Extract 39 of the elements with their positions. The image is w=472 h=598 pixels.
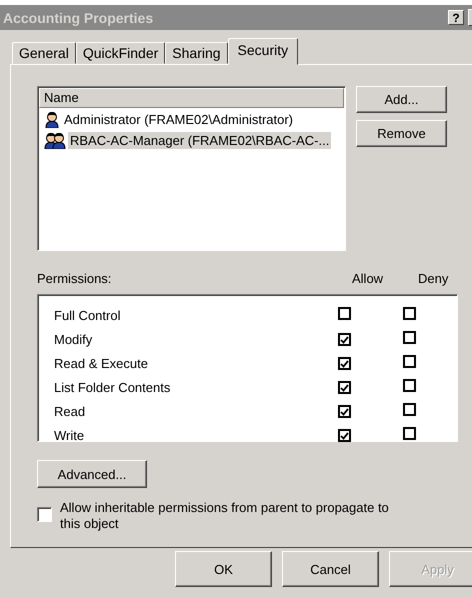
- help-button[interactable]: ?: [448, 10, 464, 25]
- allow-header: Allow: [352, 271, 384, 286]
- permission-name: List Folder Contents: [54, 380, 172, 394]
- window-title: Accounting Properties: [3, 10, 154, 26]
- permission-name: Full Control: [54, 308, 122, 322]
- tab[interactable]: QuickFinder: [76, 42, 166, 64]
- permissions-label: Permissions:: [37, 271, 112, 286]
- allow-checkbox[interactable]: [338, 429, 351, 442]
- column-header[interactable]: Name: [39, 88, 344, 108]
- deny-checkbox[interactable]: [403, 379, 416, 392]
- allow-checkbox[interactable]: [338, 405, 351, 418]
- group-icon: [44, 132, 66, 149]
- inherit-checkbox[interactable]: [37, 507, 52, 522]
- cancel-button[interactable]: Cancel: [282, 551, 379, 587]
- allow-checkbox[interactable]: [338, 357, 351, 370]
- permission-name: Modify: [54, 332, 94, 346]
- deny-checkbox[interactable]: [403, 427, 416, 440]
- list-item[interactable]: RBAC-AC-Manager (FRAME02\RBAC-AC-...: [68, 132, 332, 149]
- deny-checkbox[interactable]: [403, 355, 416, 368]
- tab[interactable]: Sharing: [165, 42, 228, 64]
- deny-header: Deny: [418, 271, 450, 286]
- allow-checkbox[interactable]: [338, 307, 351, 320]
- ok-button[interactable]: OK: [175, 551, 272, 587]
- remove-button[interactable]: Remove: [356, 120, 447, 147]
- tab[interactable]: Security: [228, 38, 298, 65]
- user-icon: [44, 111, 60, 128]
- permission-name: Read & Execute: [54, 356, 149, 370]
- deny-checkbox[interactable]: [403, 307, 416, 320]
- permission-name: Write: [54, 428, 86, 442]
- list-item[interactable]: Administrator (FRAME02\Administrator): [62, 111, 295, 128]
- inherit-label: Allow inheritable permissions from parent to propagate to this object: [60, 500, 390, 532]
- allow-checkbox[interactable]: [338, 333, 351, 346]
- permission-name: Read: [54, 404, 86, 418]
- add-button[interactable]: Add...: [356, 86, 447, 113]
- tab[interactable]: General: [12, 42, 76, 64]
- deny-checkbox[interactable]: [403, 331, 416, 344]
- allow-checkbox[interactable]: [338, 381, 351, 394]
- deny-checkbox[interactable]: [403, 403, 416, 416]
- advanced-button[interactable]: Advanced...: [37, 460, 147, 488]
